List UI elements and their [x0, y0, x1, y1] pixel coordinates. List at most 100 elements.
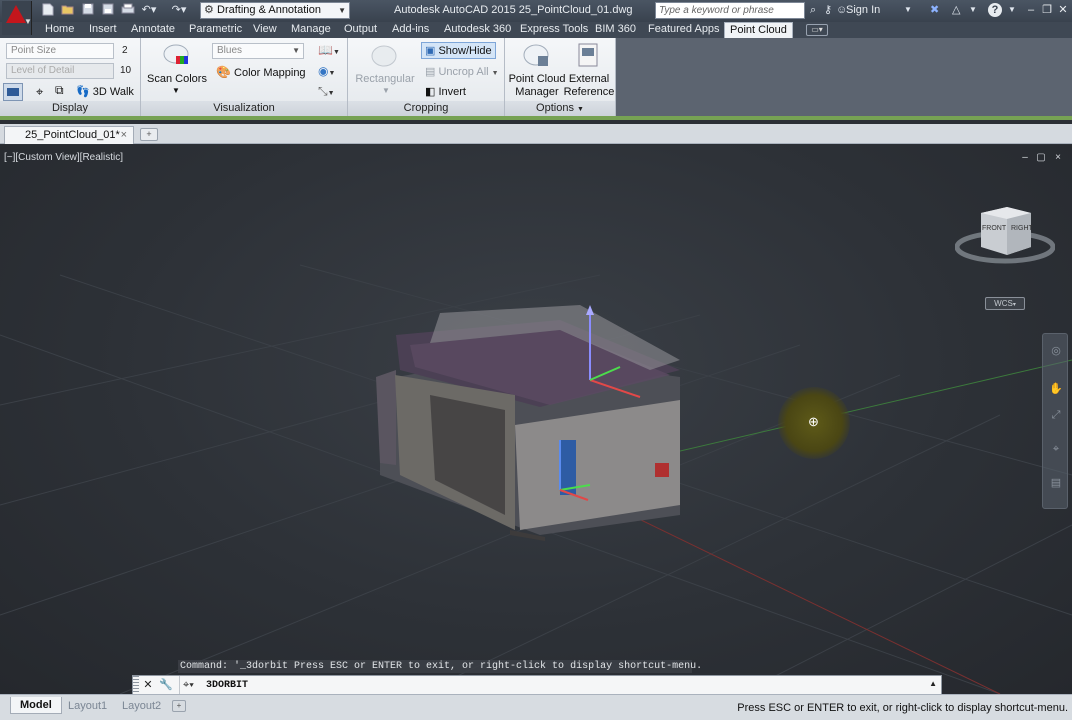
print-icon[interactable]	[120, 3, 135, 17]
tab-point-cloud[interactable]: Point Cloud	[724, 22, 793, 39]
point-cloud-manager-label[interactable]: Point Cloud Manager	[507, 73, 567, 99]
point-size-field[interactable]: Point Size	[6, 43, 114, 59]
binoculars-icon[interactable]: ⌕	[810, 3, 816, 17]
file-tab[interactable]: 25_PointCloud_01* ×	[4, 126, 134, 144]
close-icon[interactable]: ✕	[141, 678, 155, 692]
book-icon[interactable]: 📖▼	[318, 43, 340, 57]
key-icon[interactable]: ⚷	[824, 3, 832, 17]
command-line-grip[interactable]	[133, 676, 139, 694]
tab-add-ins[interactable]: Add-ins	[387, 22, 434, 38]
point-cloud-display-icon[interactable]	[3, 83, 23, 101]
tab-output[interactable]: Output	[339, 22, 382, 38]
color-mapping-button[interactable]: 🎨 Color Mapping	[216, 65, 306, 79]
close-icon[interactable]: ×	[121, 127, 127, 143]
showmotion-icon[interactable]: ▤	[1049, 476, 1063, 490]
3d-walk-button[interactable]: 👣 3D Walk	[76, 85, 134, 98]
rectangular-crop-icon[interactable]	[370, 42, 398, 73]
manager-label-line1: Point Cloud	[508, 73, 566, 85]
viewcube-right-label[interactable]: RIGHT	[1011, 225, 1033, 232]
footsteps-icon: 👣	[76, 86, 90, 98]
sign-in-link[interactable]: Sign In	[846, 4, 880, 16]
tab-annotate[interactable]: Annotate	[126, 22, 180, 38]
chevron-down-icon: ▼	[24, 17, 32, 26]
chevron-down-icon: ▼	[292, 46, 300, 55]
viewport-restore-icon[interactable]: ▢	[1034, 152, 1048, 163]
layout-tab-layout1[interactable]: Layout1	[58, 697, 117, 714]
new-file-icon[interactable]	[40, 3, 55, 17]
ribbon-tab-bar: Home Insert Annotate Parametric View Man…	[0, 22, 1072, 39]
steering-wheel-icon[interactable]: ◎	[1049, 344, 1063, 358]
tab-featured-apps[interactable]: Featured Apps	[643, 22, 725, 38]
external-label-line1: External	[568, 73, 610, 85]
viewport-close-icon[interactable]: ×	[1051, 152, 1065, 163]
invert-button[interactable]: ◧ Invert	[425, 85, 466, 98]
external-reference-icon[interactable]	[576, 42, 602, 73]
zoom-extents-icon[interactable]: ⤢	[1049, 408, 1063, 422]
chevron-down-icon[interactable]: ▼	[969, 3, 977, 17]
display-panel-title: Display	[0, 101, 140, 116]
viewcube[interactable]: FRONT RIGHT	[955, 203, 1055, 273]
tab-manage[interactable]: Manage	[286, 22, 336, 38]
minimize-icon[interactable]: –	[1023, 3, 1039, 17]
scan-colors-icon[interactable]	[162, 42, 190, 73]
measure-icon[interactable]: ⤡▼	[318, 84, 335, 99]
layout-tab-layout2[interactable]: Layout2	[112, 697, 171, 714]
level-of-detail-field[interactable]: Level of Detail	[6, 63, 114, 79]
redo-icon[interactable]: ↷▾	[170, 3, 188, 17]
tab-parametric[interactable]: Parametric	[184, 22, 247, 38]
close-icon[interactable]: ✕	[1055, 3, 1071, 17]
workspace-select[interactable]: ⚙ Drafting & Annotation ▼	[200, 2, 350, 19]
layout-tab-model[interactable]: Model	[10, 697, 62, 714]
show-hide-button[interactable]: ▣ Show/Hide	[421, 42, 496, 59]
help-icon[interactable]: ?	[988, 3, 1002, 17]
chevron-down-icon[interactable]: ▼	[904, 3, 912, 17]
tab-express-tools[interactable]: Express Tools	[515, 22, 593, 38]
options-panel-title[interactable]: Options ▼	[505, 101, 615, 116]
pan-hand-icon[interactable]: ✋	[1049, 382, 1063, 396]
tab-view[interactable]: View	[248, 22, 282, 38]
search-input[interactable]	[655, 2, 805, 19]
color-scheme-select[interactable]: Blues ▼	[212, 43, 304, 59]
viewcube-front-label[interactable]: FRONT	[982, 225, 1006, 232]
restore-icon[interactable]: ❐	[1039, 3, 1055, 17]
command-prompt-icon[interactable]: ⌖▾	[179, 676, 199, 694]
3d-walk-label: 3D Walk	[92, 86, 134, 98]
command-input[interactable]	[206, 676, 906, 694]
show-hide-icon: ▣	[425, 45, 436, 57]
wcs-menu[interactable]: WCS▾	[985, 297, 1025, 310]
external-reference-label[interactable]: External Reference	[563, 73, 615, 99]
save-as-icon[interactable]	[100, 3, 115, 17]
chevron-down-icon[interactable]: ▼	[1008, 3, 1016, 17]
a360-icon[interactable]: △	[952, 3, 960, 17]
uncrop-all-button[interactable]: ▤ Uncrop All ▼	[425, 65, 499, 78]
tab-insert[interactable]: Insert	[84, 22, 122, 38]
ribbon-options-icon[interactable]: ▭▾	[806, 24, 828, 36]
open-icon[interactable]	[60, 3, 75, 17]
tab-autodesk-360[interactable]: Autodesk 360	[439, 22, 516, 38]
orbit-icon[interactable]: ⌖	[1049, 442, 1063, 456]
tab-bim-360[interactable]: BIM 360	[590, 22, 641, 38]
sphere-icon[interactable]: ◉▼	[318, 64, 335, 78]
viewport-minimize-icon[interactable]: –	[1018, 152, 1032, 163]
gear-icon: ⚙	[204, 4, 214, 16]
undo-icon[interactable]: ↶▾	[140, 3, 158, 17]
point-size-value[interactable]: 2	[122, 43, 128, 59]
new-tab-button[interactable]: +	[140, 128, 158, 141]
x-exchange-icon[interactable]: ✖	[930, 3, 939, 17]
chevron-up-icon[interactable]: ▲	[929, 679, 937, 688]
transparency-icon[interactable]: ⧉	[55, 83, 64, 98]
chevron-down-icon[interactable]: ▼	[172, 86, 180, 95]
scan-colors-label[interactable]: Scan Colors	[145, 73, 209, 86]
chevron-down-icon[interactable]: ▼	[382, 86, 390, 95]
application-menu-button[interactable]: ▼	[2, 1, 32, 35]
tab-home[interactable]: Home	[40, 22, 79, 38]
dynamic-icon[interactable]: ⌖	[36, 84, 43, 100]
wrench-icon[interactable]: 🔧	[159, 678, 173, 692]
level-of-detail-value[interactable]: 10	[120, 63, 131, 79]
rectangular-label[interactable]: Rectangular	[352, 73, 418, 86]
viewport-controls-label[interactable]: [−][Custom View][Realistic]	[4, 152, 123, 163]
drawing-viewport[interactable]: [−][Custom View][Realistic] – ▢ × FRONT …	[0, 145, 1072, 694]
save-icon[interactable]	[80, 3, 95, 17]
add-layout-button[interactable]: +	[172, 700, 186, 712]
point-cloud-manager-icon[interactable]	[523, 42, 551, 73]
